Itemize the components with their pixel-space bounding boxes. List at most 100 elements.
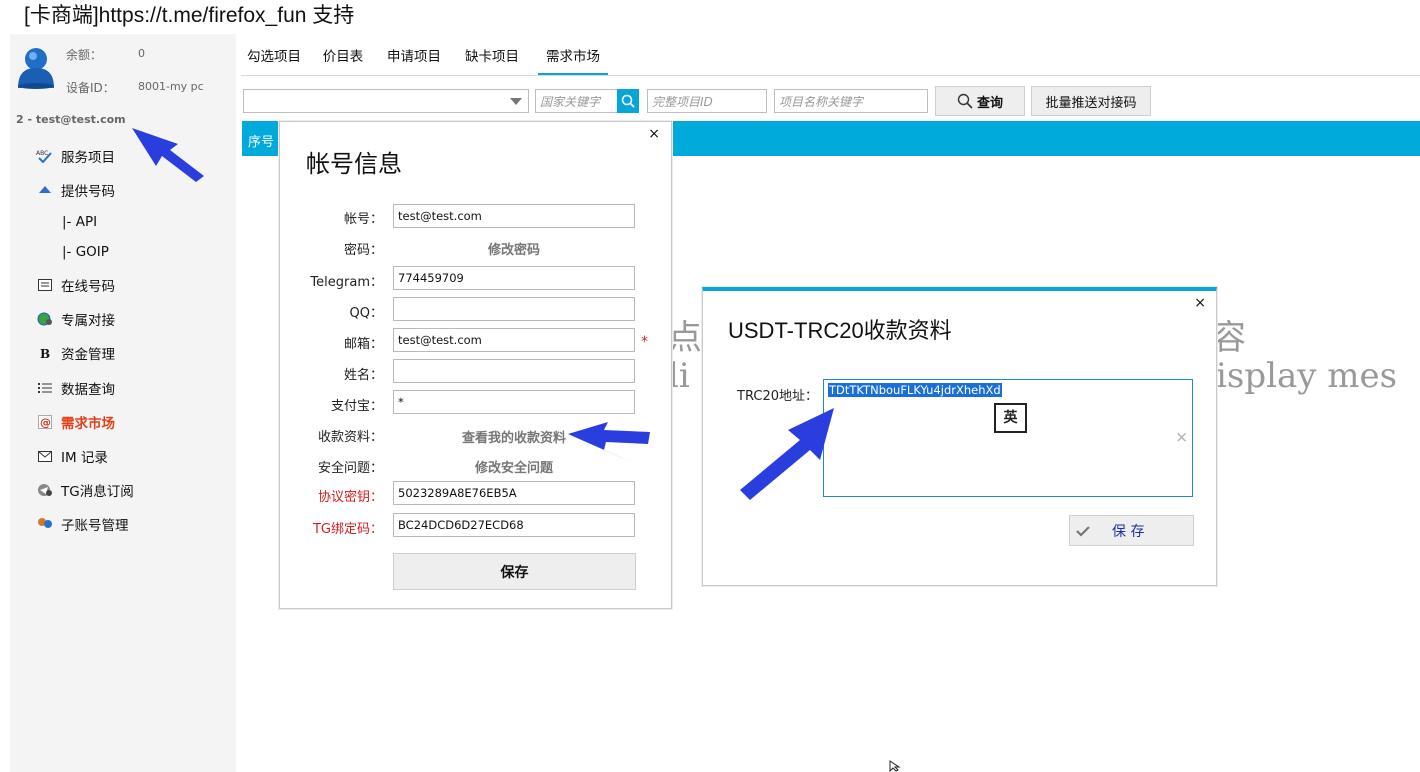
app-title: [卡商端]https://t.me/firefox_fun 支持 [24, 4, 355, 27]
email-label: 邮箱： [343, 337, 383, 352]
sidebar-item-exclusive[interactable]: 专属对接 [36, 307, 115, 331]
sidebar-item-api[interactable]: |- API [62, 210, 97, 234]
sidebar-item-label: 在线号码 [61, 279, 115, 295]
password-label: 密码： [343, 243, 383, 258]
tab-apply-projects[interactable]: 申请项目 [380, 40, 448, 76]
trc20-address-label: TRC20地址： [737, 389, 818, 404]
telegram-icon [36, 483, 53, 497]
list-icon [36, 381, 53, 395]
qq-label: QQ： [349, 306, 383, 321]
protocol-key-label: 协议密钥： [317, 490, 383, 505]
background-message-1b: 容 [1212, 318, 1246, 358]
at-icon: @ [36, 415, 53, 429]
sidebar-item-label: 数据查询 [61, 382, 115, 398]
annotation-arrow-icon [740, 408, 834, 500]
batch-push-button[interactable]: 批量推送对接码 [1031, 86, 1151, 116]
sidebar-item-demand-market[interactable]: @ 需求市场 [36, 410, 115, 434]
sidebar-item-services[interactable]: ABC 服务项目 [36, 144, 115, 168]
country-keyword-input[interactable]: 国家关键字 [535, 89, 619, 113]
list-window-icon [36, 278, 53, 292]
svg-text:ABC: ABC [36, 150, 48, 157]
bold-b-icon: B [36, 346, 53, 360]
alipay-label: 支付宝： [330, 399, 383, 414]
close-icon[interactable]: × [648, 126, 660, 142]
payment-info-label: 收款资料： [317, 430, 383, 445]
device-id-label: 设备ID： [66, 81, 115, 95]
sidebar-item-provide-numbers[interactable]: 提供号码 [36, 178, 115, 202]
email-field[interactable]: test@test.com [393, 328, 635, 352]
sidebar-item-label: 服务项目 [61, 150, 115, 166]
sidebar-item-data-query[interactable]: 数据查询 [36, 376, 115, 400]
sidebar-item-goip[interactable]: |- GOIP [62, 240, 109, 264]
balance-value: 0 [138, 47, 145, 60]
account-field[interactable]: test@test.com [393, 204, 635, 228]
project-id-input[interactable]: 完整项目ID [647, 89, 767, 113]
search-icon [957, 93, 973, 109]
sidebar-item-funds[interactable]: B 资金管理 [36, 341, 116, 365]
sidebar-item-label: 需求市场 [61, 416, 115, 432]
save-button[interactable]: 保存 [393, 553, 636, 590]
trc20-address-field[interactable]: TDtTKTNbouFLKYu4jdrXhehXd 英 × [823, 379, 1193, 497]
sidebar-item-label: 资金管理 [61, 347, 115, 363]
upload-arrow-icon [36, 183, 53, 197]
mouse-cursor-icon [889, 760, 901, 772]
background-message-2b: isplay mes [1216, 356, 1398, 396]
chevron-down-icon [510, 98, 522, 105]
query-label: 查询 [976, 95, 1003, 111]
balance-label: 余额： [66, 48, 103, 62]
usdt-save-button[interactable]: 保 存 [1069, 515, 1194, 546]
sidebar-item-label: |- API [62, 214, 98, 230]
sidebar-item-label: 提供号码 [61, 184, 115, 200]
tabs-divider [241, 75, 1420, 76]
sidebar-item-label: IM 记录 [61, 450, 108, 466]
query-button[interactable]: 查询 [935, 86, 1025, 116]
protocol-key-field[interactable]: 5023289A8E76EB5A [393, 481, 635, 505]
search-icon [621, 94, 635, 108]
user-line: 2 - test@test.com [16, 113, 126, 126]
svg-text:@: @ [40, 416, 51, 429]
dialog-title: USDT-TRC20收款资料 [728, 318, 952, 343]
alipay-field[interactable]: * [393, 390, 635, 414]
clear-icon[interactable]: × [1175, 428, 1188, 446]
tab-select-projects[interactable]: 勾选项目 [242, 40, 306, 76]
usdt-save-label: 保 存 [1112, 523, 1145, 540]
account-info-dialog: × 帐号信息 帐号： test@test.com 密码： 修改密码 Telegr… [279, 121, 672, 609]
tg-bind-code-label: TG绑定码： [312, 522, 383, 537]
tab-price-list[interactable]: 价目表 [316, 40, 370, 76]
required-marker: * [641, 334, 648, 350]
tab-demand-market[interactable]: 需求市场 [538, 40, 608, 76]
sidebar-item-im-records[interactable]: IM 记录 [36, 444, 108, 468]
envelope-icon [36, 449, 53, 463]
sidebar-item-label: |- GOIP [62, 244, 109, 260]
name-field[interactable] [393, 359, 635, 383]
project-select[interactable] [243, 89, 529, 113]
tg-bind-code-field[interactable]: BC24DCD6D27ECD68 [393, 513, 635, 537]
ime-indicator: 英 [994, 403, 1027, 433]
sidebar-item-tg-subscription[interactable]: TG消息订阅 [36, 478, 134, 502]
trc20-address-value: TDtTKTNbouFLKYu4jdrXhehXd [828, 383, 1002, 397]
qq-field[interactable] [393, 297, 635, 321]
account-label: 帐号： [343, 212, 383, 227]
globe-user-icon [36, 312, 53, 326]
tab-missing-card-projects[interactable]: 缺卡项目 [458, 40, 526, 76]
project-name-input[interactable]: 项目名称关键字 [774, 89, 928, 113]
close-icon[interactable]: × [1194, 295, 1206, 311]
device-id-value: 8001-my pc [138, 80, 204, 93]
check-icon [1076, 525, 1090, 537]
sidebar-item-label: TG消息订阅 [61, 484, 134, 500]
telegram-field[interactable]: 774459709 [393, 266, 635, 290]
sidebar-item-label: 专属对接 [61, 313, 115, 329]
sidebar-item-label: 子账号管理 [61, 518, 129, 534]
avatar-icon [18, 48, 54, 89]
sidebar-item-sub-accounts[interactable]: 子账号管理 [36, 512, 129, 536]
dialog-title: 帐号信息 [306, 151, 402, 178]
users-icon [36, 517, 53, 531]
annotation-arrow-icon [132, 128, 204, 182]
telegram-label: Telegram： [310, 275, 383, 290]
security-question-label: 安全问题： [317, 461, 383, 476]
country-search-button[interactable] [617, 89, 639, 113]
svg-text:B: B [40, 347, 50, 360]
change-password-link[interactable]: 修改密码 [393, 239, 635, 258]
column-header-index: 序号 [248, 135, 275, 150]
sidebar-item-online-numbers[interactable]: 在线号码 [36, 273, 115, 297]
